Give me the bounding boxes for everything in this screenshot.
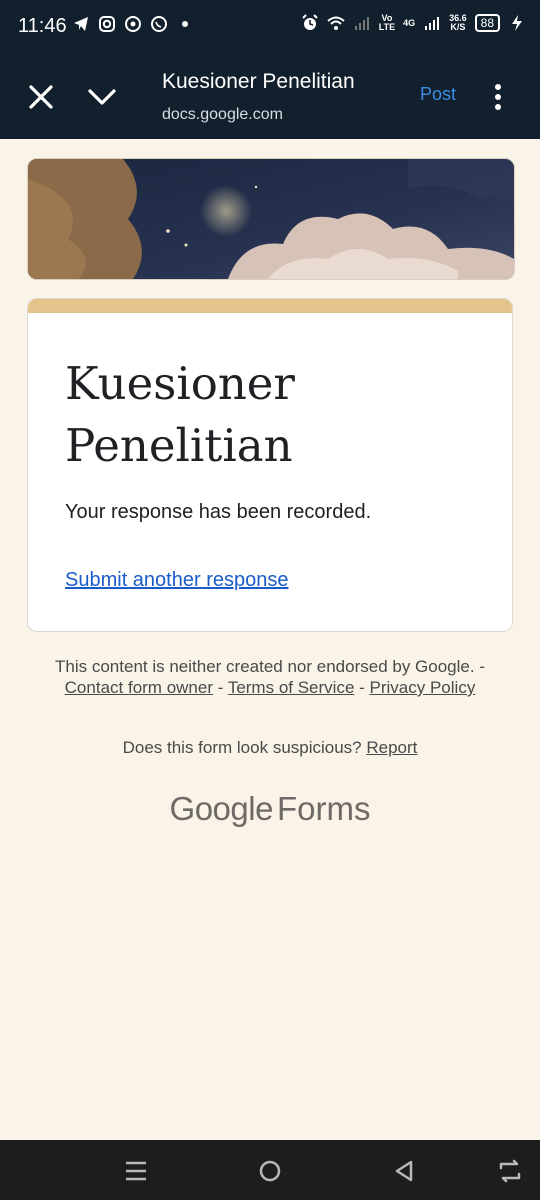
close-icon[interactable]	[26, 82, 56, 112]
chat-icon	[125, 16, 141, 32]
signal-icon	[354, 17, 369, 30]
signal-strength-icon	[425, 17, 440, 30]
status-bar: 11:46 Vo LTE 4G 36.6 K/S 88	[0, 0, 540, 54]
terms-of-service-link[interactable]: Terms of Service	[228, 678, 355, 697]
battery-icon: 88	[474, 14, 500, 32]
home-icon[interactable]	[255, 1156, 285, 1186]
footer-separator: -	[213, 678, 228, 697]
menu-icon[interactable]	[121, 1156, 151, 1186]
whatsapp-icon	[151, 16, 167, 32]
rotate-icon[interactable]	[495, 1156, 525, 1186]
footer-separator: -	[354, 678, 370, 697]
brand-forms: Forms	[276, 790, 371, 827]
status-time: 11:46	[18, 15, 67, 37]
alarm-icon	[302, 14, 318, 30]
form-response-card: Kuesioner Penelitian Your response has b…	[27, 298, 513, 632]
card-accent-bar	[28, 299, 512, 313]
status-left-icons	[72, 15, 194, 33]
submit-another-response-link[interactable]: Submit another response	[65, 569, 288, 592]
report-link[interactable]: Report	[366, 738, 417, 757]
telegram-icon	[74, 17, 88, 31]
disclaimer-text: This content is neither created nor endo…	[55, 657, 485, 676]
back-icon[interactable]	[389, 1156, 419, 1186]
instagram-icon	[99, 16, 115, 32]
brand-google: Google	[169, 790, 274, 827]
form-title: Kuesioner Penelitian	[65, 357, 295, 472]
page-title: Kuesioner Penelitian	[162, 70, 355, 93]
report-row: Does this form look suspicious? Report	[40, 738, 500, 758]
dot-icon	[182, 21, 188, 27]
network-speed: 36.6 K/S	[449, 13, 467, 32]
chevron-down-icon[interactable]	[86, 82, 118, 112]
confirmation-message: Your response has been recorded.	[65, 501, 372, 523]
volte-label: Vo LTE	[378, 13, 396, 32]
system-nav-bar	[0, 1140, 540, 1200]
charging-icon	[512, 15, 522, 31]
google-forms-logo: Google Forms	[0, 790, 540, 828]
status-right-icons: Vo LTE 4G 36.6 K/S 88	[301, 14, 526, 32]
suspicious-text: Does this form look suspicious?	[122, 738, 367, 757]
form-header-image	[27, 158, 515, 280]
network-type: 4G	[403, 17, 416, 28]
night-sky-painting	[28, 159, 514, 279]
contact-form-owner-link[interactable]: Contact form owner	[65, 678, 213, 697]
post-button[interactable]: Post	[420, 84, 456, 105]
page-url: docs.google.com	[162, 106, 283, 123]
privacy-policy-link[interactable]: Privacy Policy	[370, 678, 476, 697]
footer-disclaimer: This content is neither created nor endo…	[40, 656, 500, 698]
browser-header: Kuesioner Penelitian docs.google.com Pos…	[0, 54, 540, 139]
more-options-icon[interactable]	[488, 82, 508, 112]
wifi-icon	[327, 16, 345, 30]
